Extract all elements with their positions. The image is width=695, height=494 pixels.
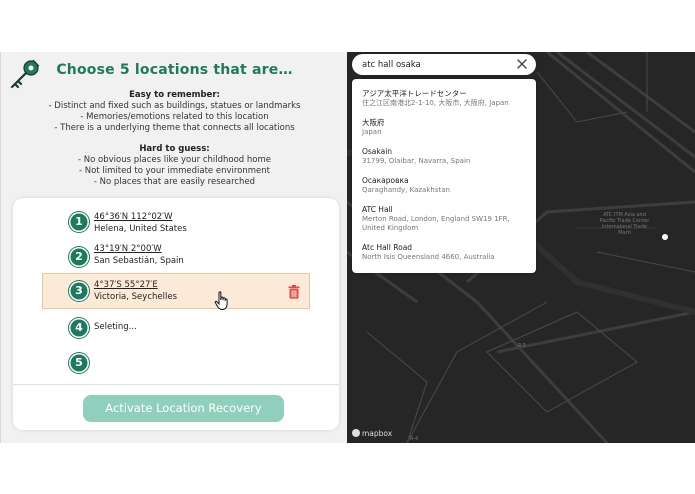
easy-line: - Memories/emotions related to this loca…	[80, 112, 269, 122]
location-place: Victoria, Seychelles	[94, 292, 177, 302]
clear-search-icon[interactable]	[516, 58, 528, 70]
search-result-item[interactable]: ATC Hall Merton Road, London, England SW…	[362, 205, 532, 233]
search-result-item[interactable]: Осакаровка Qaraghandy, Kazakhstan	[362, 176, 532, 195]
result-name: Осакаровка	[362, 176, 409, 185]
location-place: San Sebastián, Spain	[94, 256, 184, 266]
result-address: 住之江区南港北2-1-10, 大阪市, 大阪府, Japan	[362, 99, 509, 107]
easy-line: - Distinct and fixed such as buildings, …	[48, 101, 301, 111]
result-name: Osakain	[362, 147, 393, 156]
road-label: R-4	[409, 436, 419, 442]
location-item-5[interactable]: 5	[13, 345, 339, 381]
search-result-item[interactable]: アジア太平洋トレードセンター 住之江区南港北2-1-10, 大阪市, 大阪府, …	[362, 89, 532, 108]
location-item-1[interactable]: 1 46°36′N 112°02′W Helena, United States	[13, 204, 339, 240]
activate-location-recovery-button[interactable]: Activate Location Recovery	[83, 395, 284, 422]
map-view[interactable]: ATC ITM Asia and Pacific Trade Center In…	[347, 52, 695, 443]
delete-trash-icon[interactable]	[288, 285, 300, 299]
easy-heading: Easy to remember:	[129, 90, 220, 100]
result-address: Japan	[362, 128, 382, 136]
location-number-badge: 3	[69, 281, 89, 301]
hard-line: - No places that are easily researched	[93, 177, 256, 187]
mapbox-attribution[interactable]: mapbox	[352, 428, 392, 439]
hard-line: - No obvious places like your childhood …	[78, 155, 271, 165]
result-address: Merton Road, London, England SW19 1FR, U…	[362, 215, 510, 232]
mapbox-text: mapbox	[362, 429, 393, 438]
location-number-badge: 1	[69, 212, 89, 232]
search-result-item[interactable]: Osakain 31799, Olaibar, Navarra, Spain	[362, 147, 532, 166]
location-panel: Choose 5 locations that are… Easy to rem…	[0, 52, 347, 443]
result-name: ATC Hall	[362, 205, 393, 214]
result-address: North Isis Queensland 4660, Australia	[362, 253, 495, 261]
road-label: R-5	[517, 343, 527, 349]
location-coordinates[interactable]: 46°36′N 112°02′W	[94, 212, 173, 222]
location-number-badge: 2	[69, 247, 89, 267]
result-name: アジア太平洋トレードセンター	[362, 89, 467, 98]
hard-to-guess-section: Hard to guess: - No obvious places like …	[1, 144, 347, 188]
location-place: Helena, United States	[94, 224, 187, 234]
result-address: Qaraghandy, Kazakhstan	[362, 186, 450, 194]
easy-line: - There is a underlying theme that conne…	[54, 123, 295, 133]
app-frame: Choose 5 locations that are… Easy to rem…	[0, 52, 695, 443]
location-item-3[interactable]: 3 4°37′S 55°27′E Victoria, Seychelles	[42, 273, 310, 311]
card-divider	[13, 384, 339, 385]
search-result-item[interactable]: Atc Hall Road North Isis Queensland 4660…	[362, 243, 532, 262]
map-search-box	[352, 54, 536, 75]
search-results-list: アジア太平洋トレードセンター 住之江区南港北2-1-10, 大阪市, 大阪府, …	[352, 79, 536, 273]
locations-card: 1 46°36′N 112°02′W Helena, United States…	[13, 198, 339, 430]
location-number-badge: 5	[69, 353, 89, 373]
result-name: 大阪府	[362, 118, 385, 127]
page-title: Choose 5 locations that are…	[56, 62, 293, 78]
search-result-item[interactable]: 大阪府 Japan	[362, 118, 532, 137]
easy-to-remember-section: Easy to remember: - Distinct and fixed s…	[1, 90, 347, 134]
hard-heading: Hard to guess:	[139, 144, 210, 154]
location-item-2[interactable]: 2 43°19′N 2°00′W San Sebastián, Spain	[13, 239, 339, 275]
hard-line: - Not limited to your immediate environm…	[79, 166, 270, 176]
result-address: 31799, Olaibar, Navarra, Spain	[362, 157, 471, 165]
selecting-status: Seleting...	[94, 322, 137, 332]
location-coordinates[interactable]: 4°37′S 55°27′E	[94, 280, 158, 290]
poi-label: ATC ITM Asia and Pacific Trade Center In…	[599, 212, 650, 236]
location-item-4[interactable]: 4 Seleting...	[13, 310, 339, 346]
location-coordinates[interactable]: 43°19′N 2°00′W	[94, 244, 162, 254]
map-search-input[interactable]	[362, 58, 512, 71]
mapbox-logo-icon	[352, 429, 360, 437]
hand-cursor-icon	[214, 291, 228, 311]
location-marker-icon[interactable]	[662, 234, 668, 240]
location-number-badge: 4	[69, 318, 89, 338]
result-name: Atc Hall Road	[362, 243, 413, 252]
